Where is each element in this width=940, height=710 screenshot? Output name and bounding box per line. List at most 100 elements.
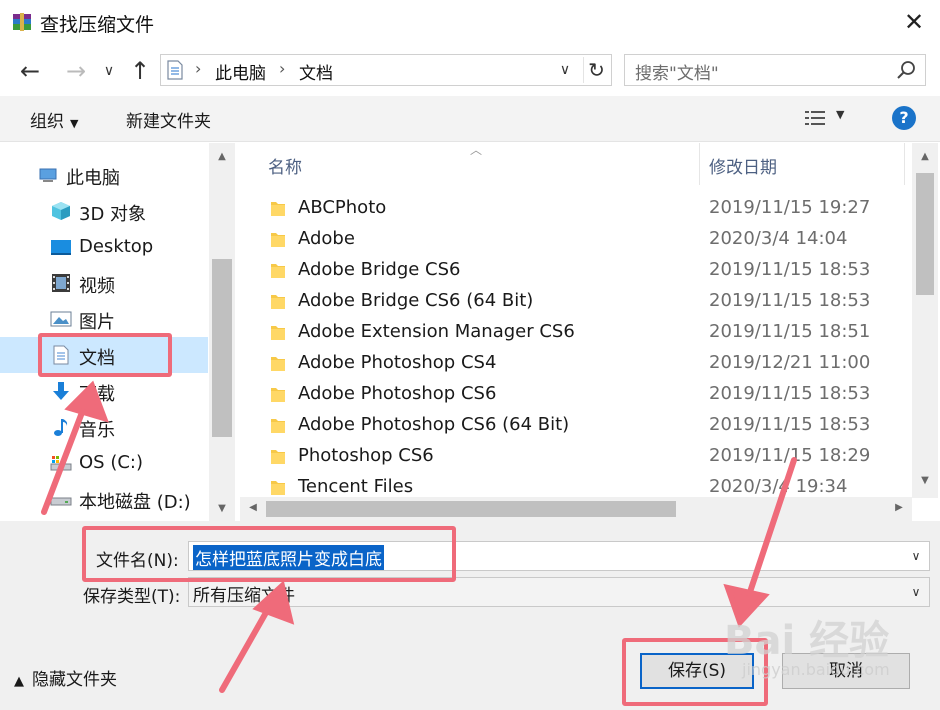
scroll-down-icon[interactable]: ▼ [209, 503, 235, 514]
file-row[interactable]: Adobe Extension Manager CS6 2019/11/15 1… [258, 317, 908, 348]
nav-item-music[interactable]: 音乐 [0, 409, 208, 445]
vertical-scrollbar-thumb[interactable] [916, 173, 934, 295]
folder-icon [271, 295, 285, 309]
file-date: 2019/11/15 18:29 [709, 445, 871, 466]
forward-button[interactable]: → [60, 56, 92, 86]
scroll-up-icon[interactable]: ▲ [209, 151, 235, 162]
file-list-horizontal-scrollbar[interactable]: ◀ ▶ [240, 497, 912, 521]
up-button[interactable]: ↑ [124, 56, 156, 86]
file-name: Adobe [298, 228, 355, 249]
horizontal-scrollbar-thumb[interactable] [266, 501, 676, 517]
back-button[interactable]: ← [14, 56, 46, 86]
nav-item-label: Desktop [79, 236, 154, 257]
filetype-value: 所有压缩文件 [193, 586, 295, 606]
file-name: Photoshop CS6 [298, 445, 434, 466]
drive-icon [50, 456, 72, 471]
view-details-icon[interactable] [804, 108, 826, 128]
nav-item-this-pc[interactable]: 此电脑 [0, 157, 208, 193]
folder-icon [271, 481, 285, 495]
file-row[interactable]: Adobe Bridge CS6 (64 Bit) 2019/11/15 18:… [258, 286, 908, 317]
file-name: Adobe Extension Manager CS6 [298, 321, 575, 342]
column-divider[interactable] [904, 143, 905, 185]
music-icon [54, 419, 68, 436]
file-date: 2019/11/15 18:53 [709, 414, 871, 435]
hide-folders-label: 隐藏文件夹 [32, 670, 117, 690]
nav-item-desktop[interactable]: Desktop [0, 229, 208, 265]
folder-icon [271, 326, 285, 340]
search-placeholder: 搜索"文档" [635, 64, 719, 84]
refresh-button[interactable]: ↻ [583, 57, 609, 83]
file-row[interactable]: Tencent Files 2020/3/4 19:34 [258, 472, 908, 497]
nav-item-videos[interactable]: 视频 [0, 265, 208, 301]
close-button[interactable]: ✕ [896, 6, 932, 38]
help-button[interactable]: ? [892, 106, 916, 130]
arrow-left-icon: ← [19, 57, 41, 85]
scroll-up-icon[interactable]: ▲ [912, 151, 938, 162]
file-name: Adobe Photoshop CS4 [298, 352, 497, 373]
file-row[interactable]: Adobe Photoshop CS6 (64 Bit) 2019/11/15 … [258, 410, 908, 441]
nav-item-pictures[interactable]: 图片 [0, 301, 208, 337]
file-name: Adobe Bridge CS6 [298, 259, 461, 280]
nav-scrollbar-thumb[interactable] [212, 259, 232, 437]
cube-icon [52, 202, 70, 220]
breadcrumb-separator-icon: › [195, 59, 202, 78]
picture-icon [50, 311, 72, 327]
file-date: 2019/11/15 18:53 [709, 259, 871, 280]
file-row[interactable]: Adobe 2020/3/4 14:04 [258, 224, 908, 255]
nav-item-downloads[interactable]: 下载 [0, 373, 208, 409]
chevron-down-icon: ∨ [559, 62, 571, 78]
winrar-icon [13, 13, 31, 31]
chevron-down-icon: ∨ [103, 63, 115, 79]
breadcrumb-separator-icon: › [279, 59, 286, 78]
disk-icon [50, 497, 72, 506]
folder-icon [271, 202, 285, 216]
new-folder-button[interactable]: 新建文件夹 [126, 107, 211, 132]
folder-icon [271, 388, 285, 402]
download-icon [53, 382, 69, 400]
folder-icon [271, 450, 285, 464]
arrow-up-icon: ↑ [129, 57, 151, 85]
view-options-caret-icon[interactable]: ▼ [836, 108, 844, 121]
nav-item-label: 3D 对象 [79, 204, 147, 225]
hide-folders-toggle[interactable]: ▲ 隐藏文件夹 [14, 665, 117, 690]
nav-scrollbar[interactable]: ▲ ▼ [209, 143, 235, 521]
nav-item-label: OS (C:) [79, 452, 143, 473]
scroll-down-icon[interactable]: ▼ [912, 475, 938, 486]
nav-item-label: 视频 [79, 276, 115, 297]
search-input[interactable]: 搜索"文档" [624, 54, 926, 86]
address-history-dropdown[interactable]: ∨ [555, 57, 575, 83]
chevron-down-icon[interactable]: ∨ [905, 580, 927, 604]
organize-button[interactable]: 组织 ▼ [30, 107, 78, 132]
column-header-name[interactable]: 名称 [268, 153, 302, 178]
folder-icon [271, 233, 285, 247]
address-bar[interactable]: › 此电脑 › 文档 ∨ ↻ [160, 54, 612, 86]
file-row[interactable]: Adobe Photoshop CS4 2019/12/21 11:00 [258, 348, 908, 379]
column-header-modified[interactable]: 修改日期 [709, 153, 777, 178]
watermark-logo-text: Bai 经验 [724, 618, 890, 664]
highlight-box-filename [82, 526, 456, 582]
computer-icon [39, 168, 57, 182]
nav-item-3d-objects[interactable]: 3D 对象 [0, 193, 208, 229]
nav-item-os-c[interactable]: OS (C:) [0, 445, 208, 481]
file-name: ABCPhoto [298, 197, 387, 218]
column-divider[interactable] [699, 143, 700, 185]
nav-item-local-disk-d[interactable]: 本地磁盘 (D:) [0, 481, 208, 517]
recent-locations-button[interactable]: ∨ [98, 56, 120, 86]
organize-label: 组织 [30, 112, 64, 132]
video-icon [52, 274, 70, 292]
folder-icon [271, 264, 285, 278]
watermark-url: jingyan.baidu.com [742, 660, 890, 679]
file-row[interactable]: Adobe Bridge CS6 2019/11/15 18:53 [258, 255, 908, 286]
breadcrumb-documents[interactable]: 文档 [299, 59, 333, 84]
file-list-vertical-scrollbar[interactable]: ▲ ▼ [912, 143, 938, 498]
scroll-right-icon[interactable]: ▶ [892, 502, 906, 513]
file-row[interactable]: Photoshop CS6 2019/11/15 18:29 [258, 441, 908, 472]
search-icon [897, 61, 915, 79]
file-row[interactable]: ABCPhoto 2019/11/15 19:27 [258, 193, 908, 224]
breadcrumb-this-pc[interactable]: 此电脑 [215, 59, 266, 84]
file-row[interactable]: Adobe Photoshop CS6 2019/11/15 18:53 [258, 379, 908, 410]
chevron-down-icon[interactable]: ∨ [905, 544, 927, 568]
scroll-left-icon[interactable]: ◀ [246, 502, 260, 513]
toolbar: 组织 ▼ 新建文件夹 ▼ ? [0, 96, 940, 142]
file-date: 2019/11/15 18:53 [709, 290, 871, 311]
